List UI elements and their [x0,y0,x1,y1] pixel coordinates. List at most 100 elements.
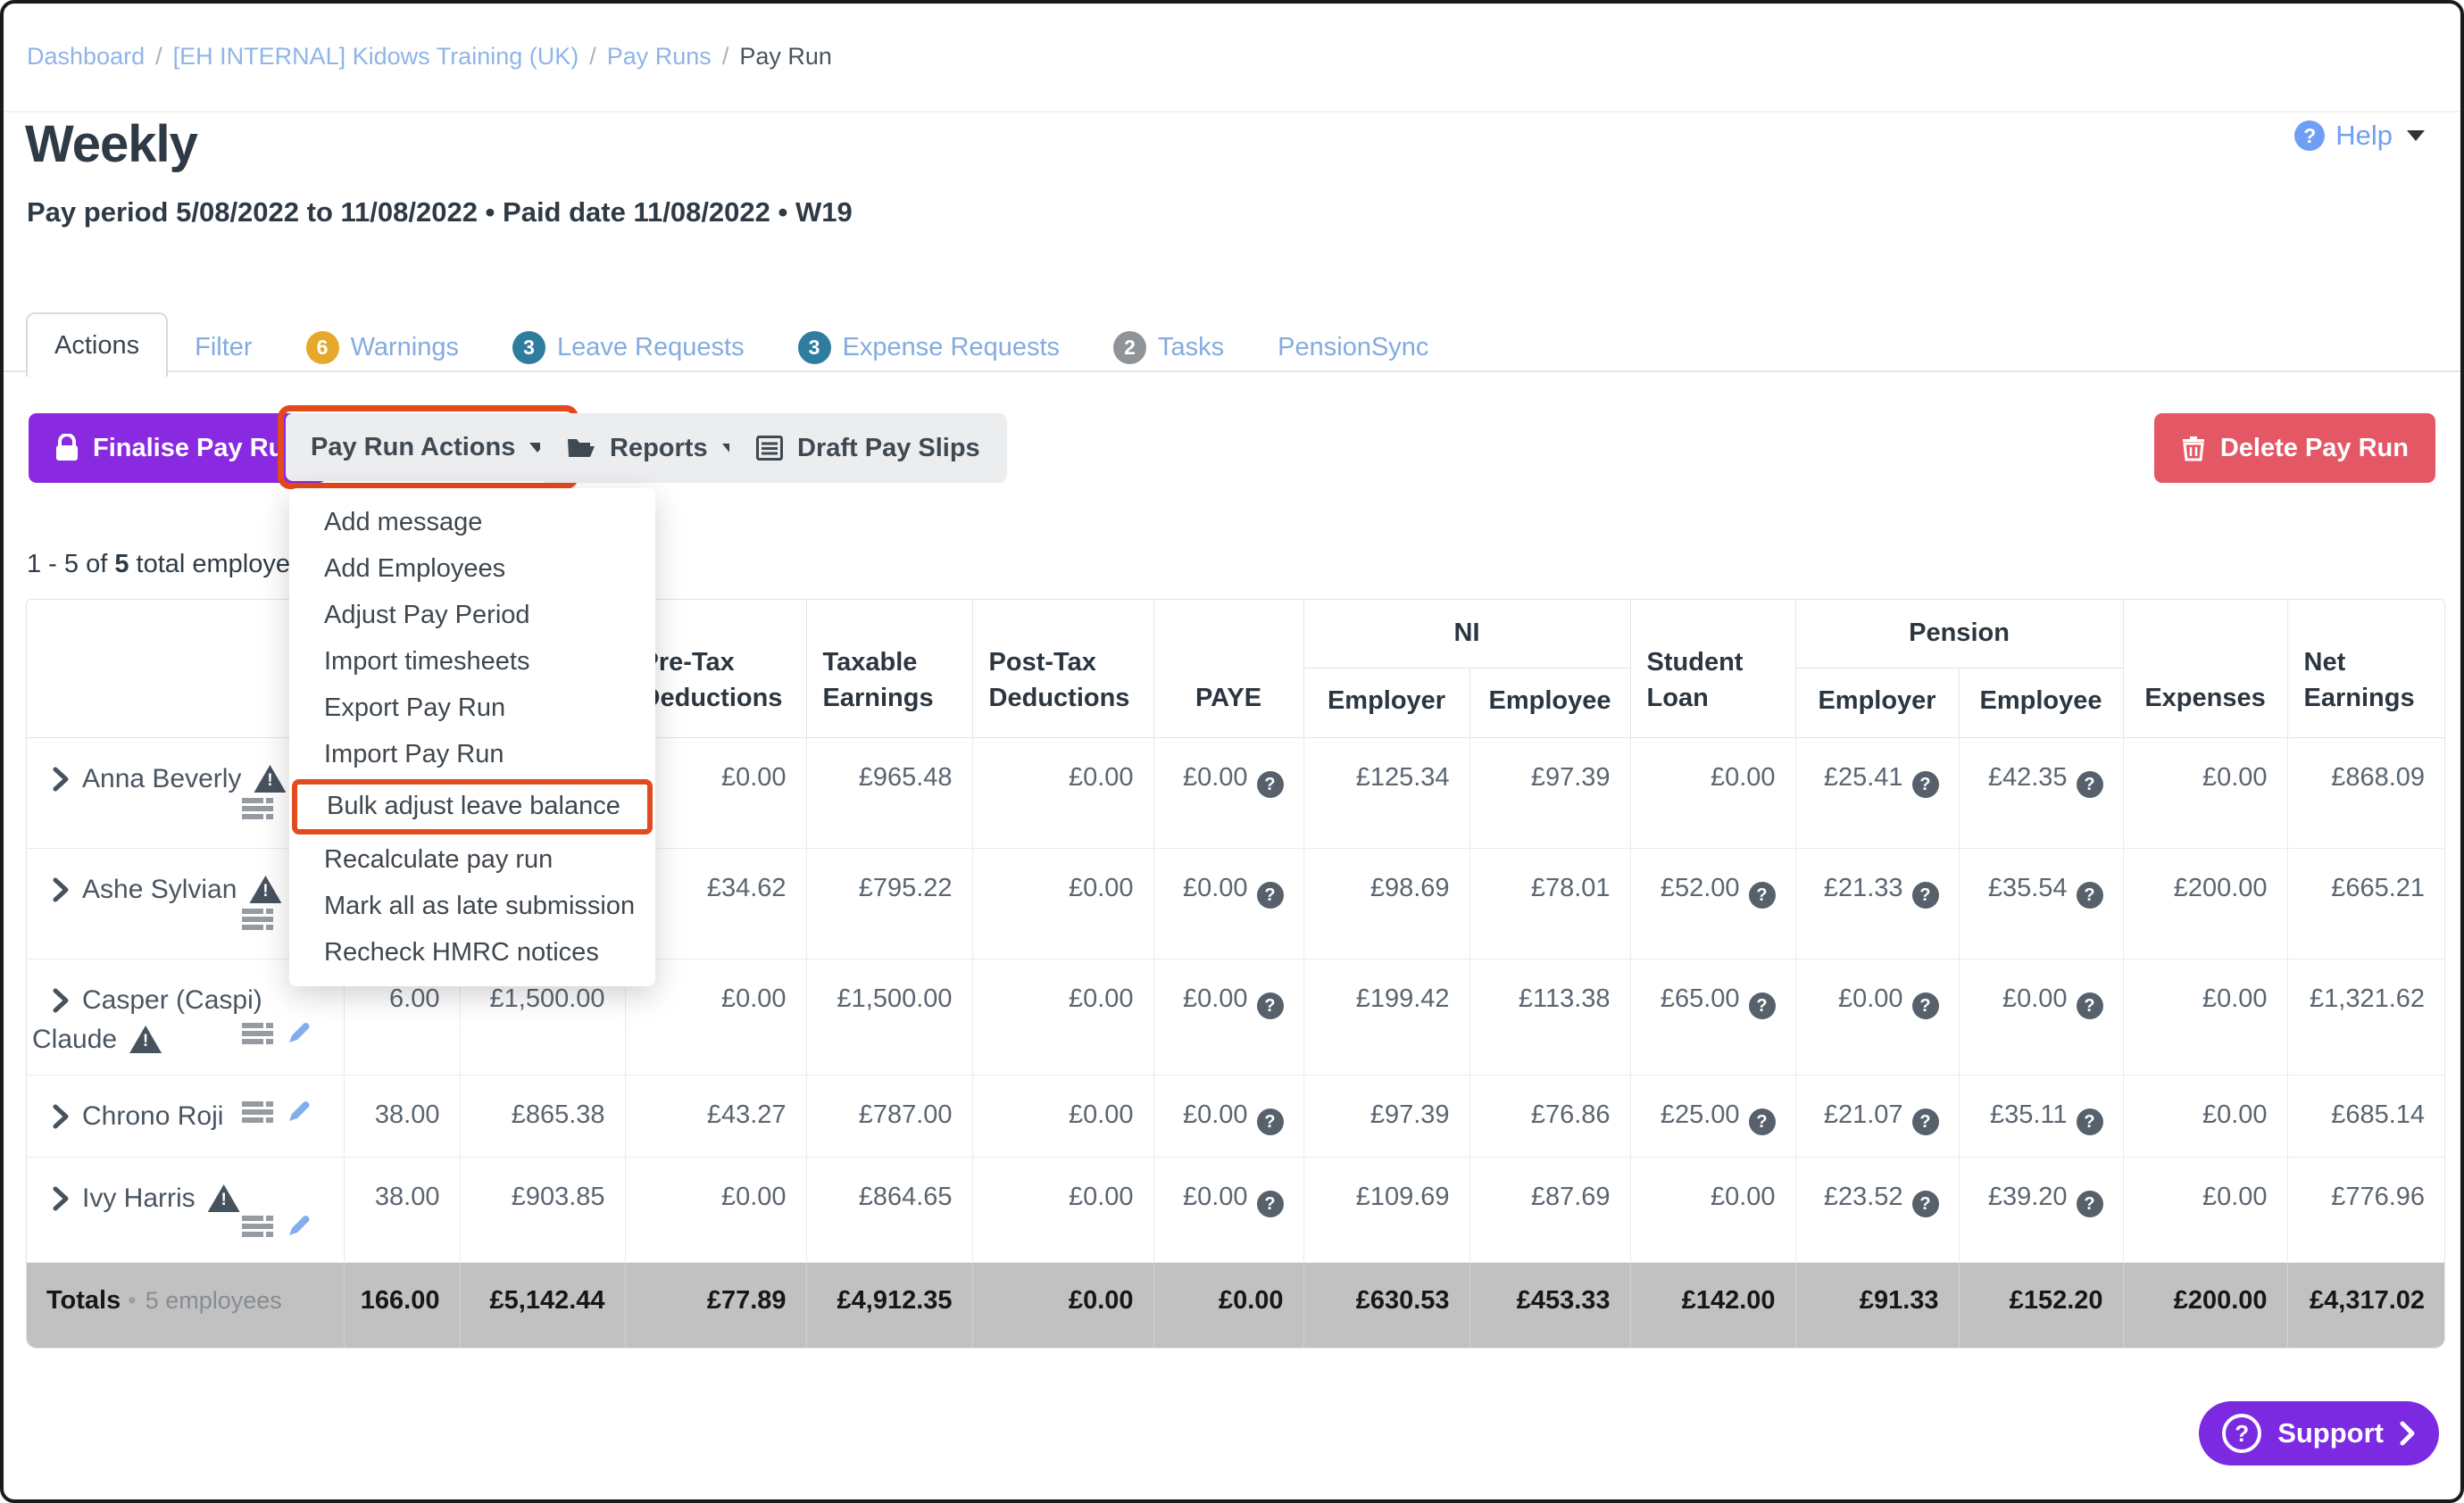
expand-chevron-icon[interactable] [52,1186,70,1211]
expenses-cell: £0.00 [2122,1157,2288,1263]
tab-actions[interactable]: Actions [26,312,169,377]
finalise-label: Finalise Pay Run [93,433,301,462]
ni-employee-cell: £87.69 [1469,1157,1631,1263]
pay-run-actions-button[interactable]: Pay Run Actions [286,413,571,481]
post-tax-cell: £0.00 [971,1075,1154,1158]
tab-filter[interactable]: Filter [168,318,279,377]
notes-icon[interactable] [241,1022,274,1045]
question-badge-icon[interactable] [1256,1109,1284,1135]
totals-gross: £5,142.44 [459,1262,626,1348]
edit-pencil-icon[interactable] [285,1099,312,1125]
tab-label: Leave Requests [556,332,745,361]
question-badge-icon[interactable] [2076,1109,2103,1135]
menu-item-mark-all-late-submission[interactable]: Mark all as late submission [289,883,655,929]
menu-item-import-timesheets[interactable]: Import timesheets [289,638,655,685]
expand-chevron-icon[interactable] [52,988,70,1013]
tab-label: Warnings [350,332,459,361]
warning-icon[interactable] [249,876,282,903]
breadcrumb-separator: / [589,43,596,70]
notes-icon[interactable] [241,1100,274,1124]
student-loan-header: Student Loan [1629,600,1796,738]
tab-warnings[interactable]: 6 Warnings [279,318,486,377]
expand-chevron-icon[interactable] [52,1104,70,1129]
ni-employer-cell: £98.69 [1303,848,1470,959]
notes-icon[interactable] [241,1215,274,1238]
edit-pencil-icon[interactable] [285,1020,312,1047]
ni-employee-cell: £76.86 [1469,1075,1631,1158]
question-badge-icon[interactable] [1748,1109,1776,1135]
paye-cell: £0.00 [1153,1075,1304,1158]
question-badge-icon[interactable] [1256,771,1284,798]
pre-tax-cell: £0.00 [624,1157,807,1263]
net-earnings-cell: £1,321.62 [2286,959,2444,1075]
pay-run-actions-label: Pay Run Actions [311,432,516,461]
question-badge-icon[interactable] [1911,1191,1939,1217]
warning-icon[interactable] [207,1184,240,1212]
edit-pencil-icon[interactable] [285,1213,312,1240]
menu-item-export-pay-run[interactable]: Export Pay Run [289,685,655,731]
question-badge-icon[interactable] [1748,992,1776,1019]
breadcrumb-pay-runs[interactable]: Pay Runs [607,43,712,71]
warning-icon[interactable] [254,765,287,793]
warning-icon[interactable] [129,1026,162,1053]
delete-pay-run-button[interactable]: Delete Pay Run [2153,413,2435,483]
question-badge-icon[interactable] [1256,882,1284,909]
tab-pensionsync[interactable]: PensionSync [1251,318,1455,377]
notes-icon[interactable] [241,908,274,931]
menu-item-adjust-pay-period[interactable]: Adjust Pay Period [289,592,655,638]
post-tax-cell: £0.00 [971,959,1154,1075]
menu-item-add-message[interactable]: Add message [289,499,655,545]
breadcrumb: Dashboard / [EH INTERNAL] Kidows Trainin… [27,43,832,71]
question-badge-icon[interactable] [1256,992,1284,1019]
menu-item-recheck-hmrc-notices[interactable]: Recheck HMRC notices [289,929,655,976]
tab-expense-requests[interactable]: 3 Expense Requests [771,318,1086,377]
summary-count: 5 [114,550,129,578]
net-earnings-cell: £868.09 [2286,737,2444,849]
pay-slips-list-icon [756,436,783,461]
breadcrumb-business[interactable]: [EH INTERNAL] Kidows Training (UK) [173,43,579,71]
ni-employer-header: Employer [1303,668,1470,738]
menu-item-recalculate-pay-run[interactable]: Recalculate pay run [289,836,655,883]
warnings-count-badge: 6 [305,330,339,364]
expand-chevron-icon[interactable] [52,877,70,902]
expand-chevron-icon[interactable] [52,767,70,792]
menu-item-bulk-adjust-leave-balance[interactable]: Bulk adjust leave balance [292,779,653,835]
tab-label: PensionSync [1278,332,1429,361]
ni-employee-header: Employee [1469,668,1631,738]
pension-employee-header: Employee [1958,668,2124,738]
question-badge-icon[interactable] [2076,992,2103,1019]
expense-requests-count-badge: 3 [797,330,831,364]
question-badge-icon[interactable] [1256,1191,1284,1217]
tab-label: Expense Requests [842,332,1061,361]
notes-icon[interactable] [241,797,274,820]
employee-name-cell: Ivy Harris [27,1157,344,1263]
question-badge-icon[interactable] [1911,992,1939,1019]
pay-run-page: Dashboard / [EH INTERNAL] Kidows Trainin… [0,0,2464,1503]
tab-tasks[interactable]: 2 Tasks [1086,318,1251,377]
expenses-header: Expenses [2122,600,2288,738]
draft-pay-slips-button[interactable]: Draft Pay Slips [729,413,1007,483]
breadcrumb-dashboard[interactable]: Dashboard [27,43,145,71]
question-badge-icon[interactable] [1911,1109,1939,1135]
breadcrumb-separator: / [721,43,729,70]
question-badge-icon[interactable] [2076,771,2103,798]
question-badge-icon[interactable] [1911,771,1939,798]
question-badge-icon[interactable] [1911,882,1939,909]
pension-employee-cell: £35.54 [1958,848,2124,959]
menu-item-import-pay-run[interactable]: Import Pay Run [289,731,655,777]
totals-ni-employee: £453.33 [1469,1262,1631,1348]
totals-employee-count: 5 employees [128,1287,282,1314]
help-menu[interactable]: ? Help [2294,120,2425,152]
support-button[interactable]: ? Support [2199,1401,2439,1466]
question-badge-icon[interactable] [2076,1191,2103,1217]
student-loan-cell: £25.00 [1629,1075,1796,1158]
expenses-cell: £0.00 [2122,1075,2288,1158]
employee-name: Chrono Roji [82,1100,224,1131]
tab-leave-requests[interactable]: 3 Leave Requests [486,318,771,377]
totals-pre-tax: £77.89 [624,1262,807,1348]
paye-cell: £0.00 [1153,959,1304,1075]
question-badge-icon[interactable] [1748,882,1776,909]
menu-item-add-employees[interactable]: Add Employees [289,545,655,592]
question-badge-icon[interactable] [2076,882,2103,909]
totals-pension-employer: £91.33 [1794,1262,1960,1348]
